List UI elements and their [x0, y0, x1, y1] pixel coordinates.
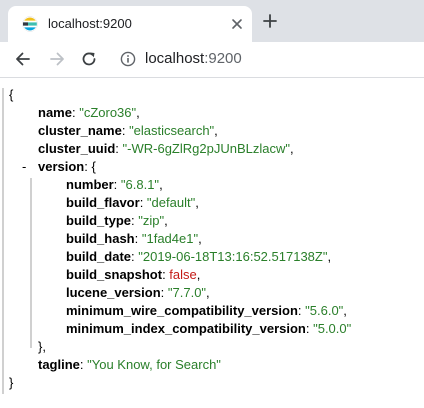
json-close-brace: } [9, 375, 14, 390]
json-line-min-index: minimum_index_compatibility_version: "5.… [66, 321, 352, 336]
json-line-name: name: "cZoro36", [38, 105, 140, 120]
json-value-build-snapshot: false [169, 267, 197, 282]
json-value-cluster-uuid: "-WR-6gZlRg2pJUnBLzlacw" [122, 141, 290, 156]
json-line-tagline: tagline: "You Know, for Search" [38, 357, 221, 372]
reload-icon[interactable] [80, 50, 98, 68]
json-value-min-index: "5.0.0" [313, 321, 352, 336]
info-icon[interactable] [120, 51, 136, 67]
forward-arrow-icon[interactable] [48, 50, 66, 68]
json-value-cluster-name: "elasticsearch" [129, 123, 215, 138]
new-tab-plus-icon[interactable] [262, 13, 278, 29]
tab-strip: localhost:9200 [0, 0, 424, 42]
json-value-build-date: "2019-06-18T13:16:52.517138Z" [138, 249, 328, 264]
tab-title: localhost:9200 [48, 16, 132, 31]
json-line-build-hash: build_hash: "1fad4e1", [66, 231, 202, 246]
json-line-cluster-uuid: cluster_uuid: "-WR-6gZlRg2pJUnBLzlacw", [38, 141, 294, 156]
json-value-min-wire: "5.6.0" [305, 303, 344, 318]
json-line-build-flavor: build_flavor: "default", [66, 195, 199, 210]
version-collapse-toggle[interactable]: - [22, 158, 26, 176]
address-port: :9200 [204, 50, 242, 67]
json-line-lucene-version: lucene_version: "7.7.0", [66, 285, 210, 300]
json-line-build-date: build_date: "2019-06-18T13:16:52.517138Z… [66, 249, 332, 264]
json-value-lucene-version: "7.7.0" [167, 285, 207, 300]
browser-toolbar: localhost:9200 [0, 42, 424, 78]
json-line-number: number: "6.8.1", [66, 177, 163, 192]
json-open-brace: { [9, 87, 14, 102]
json-viewer: { name: "cZoro36", cluster_name: "elasti… [0, 78, 424, 408]
json-value-name: "cZoro36" [79, 105, 137, 120]
address-host: localhost [145, 50, 205, 67]
json-line-version: version: { [38, 159, 96, 174]
address-bar[interactable]: localhost:9200 [145, 49, 242, 69]
json-line-build-snapshot: build_snapshot: false, [66, 267, 201, 282]
elasticsearch-favicon-icon [22, 16, 38, 32]
close-icon[interactable] [230, 17, 244, 31]
json-version-close: }, [38, 339, 46, 354]
back-arrow-icon[interactable] [14, 50, 32, 68]
outer-bracket-bar [2, 88, 4, 394]
json-line-build-type: build_type: "zip", [66, 213, 168, 228]
json-value-tagline: "You Know, for Search" [87, 357, 221, 372]
json-line-cluster-name: cluster_name: "elasticsearch", [38, 123, 218, 138]
json-value-build-flavor: "default" [146, 195, 196, 210]
browser-window: localhost:9200 localhost:9200 {name: "c… [0, 0, 424, 408]
json-line-min-wire: minimum_wire_compatibility_version: "5.6… [66, 303, 347, 318]
json-value-build-type: "zip" [138, 213, 165, 228]
version-bracket-bar [30, 178, 32, 348]
browser-tab[interactable]: localhost:9200 [8, 6, 252, 42]
json-value-number: "6.8.1" [120, 177, 160, 192]
json-value-build-hash: "1fad4e1" [141, 231, 199, 246]
